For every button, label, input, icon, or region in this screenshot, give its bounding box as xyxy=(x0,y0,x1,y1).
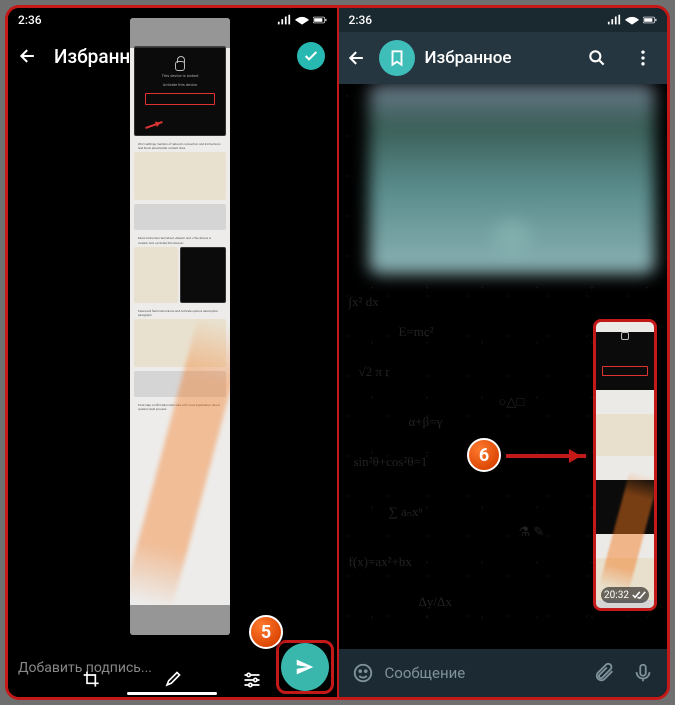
crop-icon[interactable] xyxy=(72,660,112,697)
more-icon[interactable] xyxy=(625,48,661,68)
media-send-screen: 2:36 Избранное This devic xyxy=(8,8,337,697)
search-icon[interactable] xyxy=(579,48,615,68)
right-header: Избранное xyxy=(339,32,668,84)
status-icons xyxy=(277,14,327,26)
status-bar-right: 2:36 xyxy=(339,8,668,32)
tune-icon[interactable] xyxy=(232,660,272,697)
chat-body[interactable]: ∫x² dx E=mc² √2 π r α+β=γ sin²θ+cos²θ=1 … xyxy=(339,84,668,649)
message-input-bar: Сообщение xyxy=(339,649,668,697)
message-time: 20:32 xyxy=(601,587,649,603)
attach-icon[interactable] xyxy=(589,657,621,689)
callout-6: 6 xyxy=(467,438,501,472)
saved-messages-avatar[interactable] xyxy=(379,40,415,76)
message-input[interactable]: Сообщение xyxy=(385,664,584,682)
callout-5: 5 xyxy=(249,615,283,649)
blurred-message xyxy=(369,84,656,274)
callout-6-arrow xyxy=(506,454,586,458)
back-button[interactable] xyxy=(345,46,369,70)
confirm-toggle[interactable] xyxy=(297,42,325,70)
chat-screen: 2:36 Избранное ∫x² dx E=mc² √2 π xyxy=(339,8,668,697)
mic-icon[interactable] xyxy=(627,657,659,689)
sent-screenshot-thumbnail[interactable]: 20:32 xyxy=(593,319,657,611)
send-button[interactable] xyxy=(281,643,329,691)
status-time: 2:36 xyxy=(18,13,42,27)
long-screenshot-preview[interactable]: This device is locked Activate this devi… xyxy=(130,18,230,635)
back-button[interactable] xyxy=(16,44,40,68)
emoji-icon[interactable] xyxy=(347,657,379,689)
lock-title: This device is locked xyxy=(135,73,225,78)
chat-title[interactable]: Избранное xyxy=(425,48,570,68)
